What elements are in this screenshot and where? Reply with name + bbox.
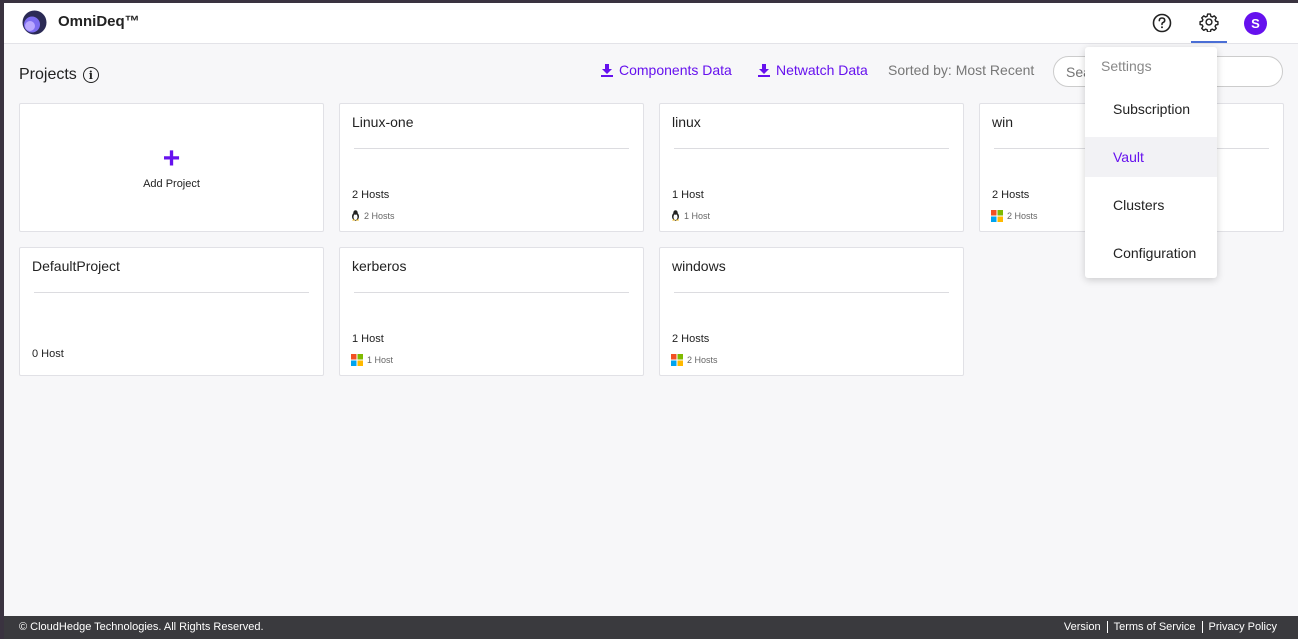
os-host-count: 2 Hosts: [1007, 211, 1038, 221]
windows-logo-icon: [351, 354, 363, 366]
settings-gear-button[interactable]: [1191, 3, 1227, 43]
window-edge: [0, 0, 4, 639]
project-name: windows: [672, 258, 726, 274]
card-divider: [354, 148, 629, 149]
linux-tux-icon: [672, 210, 679, 221]
footer-link-terms[interactable]: Terms of Service: [1106, 621, 1202, 633]
project-card[interactable]: linux 1 Host 1 Host: [659, 103, 964, 232]
os-host-summary: 1 Host: [671, 210, 710, 221]
user-avatar[interactable]: S: [1244, 12, 1267, 35]
windows-logo-icon: [991, 210, 1003, 222]
menu-item-clusters[interactable]: Clusters: [1085, 185, 1217, 225]
footer-link-privacy[interactable]: Privacy Policy: [1201, 621, 1283, 633]
os-host-count: 1 Host: [684, 210, 711, 221]
download-icon: [758, 64, 770, 77]
settings-menu-header: Settings: [1101, 58, 1152, 74]
gear-icon: [1199, 13, 1219, 32]
netwatch-data-label: Netwatch Data: [776, 62, 868, 78]
project-name: win: [992, 114, 1014, 130]
project-name: linux: [672, 114, 701, 130]
project-card[interactable]: Linux-one 2 Hosts 2 Hosts: [339, 103, 644, 232]
os-host-summary: 2 Hosts: [991, 210, 1038, 222]
project-host-count: 2 Hosts: [992, 189, 1030, 201]
menu-item-vault[interactable]: Vault: [1085, 137, 1217, 177]
menu-item-subscription[interactable]: Subscription: [1085, 89, 1217, 129]
add-project-card[interactable]: + Add Project: [19, 103, 324, 232]
card-divider: [674, 148, 949, 149]
project-host-count: 1 Host: [352, 333, 384, 345]
os-host-summary: 1 Host: [351, 354, 393, 366]
components-data-download-link[interactable]: Components Data: [600, 62, 732, 78]
info-icon[interactable]: i: [82, 67, 99, 83]
linux-tux-icon: [352, 210, 359, 221]
card-divider: [674, 292, 949, 293]
os-host-count: 1 Host: [367, 355, 394, 365]
download-icon: [601, 64, 613, 77]
menu-item-configuration[interactable]: Configuration: [1085, 233, 1217, 273]
project-host-count: 1 Host: [672, 189, 704, 201]
os-host-count: 2 Hosts: [687, 355, 718, 365]
footer-links: Version Terms of Service Privacy Policy: [1058, 621, 1283, 633]
components-data-label: Components Data: [619, 62, 732, 78]
windows-logo-icon: [671, 354, 683, 366]
add-project-label: Add Project: [143, 177, 200, 190]
brand-name[interactable]: OmniDeq™: [58, 13, 140, 30]
omnideq-logo-icon[interactable]: [22, 10, 47, 35]
netwatch-data-download-link[interactable]: Netwatch Data: [757, 62, 868, 78]
footer-link-version[interactable]: Version: [1058, 621, 1107, 633]
plus-icon: +: [162, 141, 181, 175]
os-host-summary: 2 Hosts: [671, 354, 718, 366]
help-icon[interactable]: [1150, 11, 1174, 35]
project-name: DefaultProject: [32, 258, 120, 274]
page-title: Projects i: [19, 66, 99, 84]
settings-dropdown-menu: Settings Subscription Vault Clusters Con…: [1085, 47, 1217, 278]
project-name: kerberos: [352, 258, 407, 274]
card-divider: [34, 292, 309, 293]
project-host-count: 0 Host: [32, 348, 64, 360]
project-card[interactable]: DefaultProject 0 Host: [19, 247, 324, 376]
page-title-text: Projects: [19, 66, 77, 83]
project-card[interactable]: kerberos 1 Host 1 Host: [339, 247, 644, 376]
os-host-summary: 2 Hosts: [351, 210, 395, 221]
card-divider: [354, 292, 629, 293]
project-host-count: 2 Hosts: [352, 189, 390, 201]
os-host-count: 2 Hosts: [364, 210, 395, 221]
project-name: Linux-one: [352, 114, 414, 130]
top-header: OmniDeq™ S: [4, 3, 1298, 44]
sort-selector[interactable]: Sorted by: Most Recent: [888, 62, 1034, 78]
project-card[interactable]: windows 2 Hosts 2 Hosts: [659, 247, 964, 376]
project-host-count: 2 Hosts: [672, 333, 710, 345]
page-footer: © CloudHedge Technologies. All Rights Re…: [4, 616, 1298, 639]
copyright-text: © CloudHedge Technologies. All Rights Re…: [19, 621, 264, 633]
